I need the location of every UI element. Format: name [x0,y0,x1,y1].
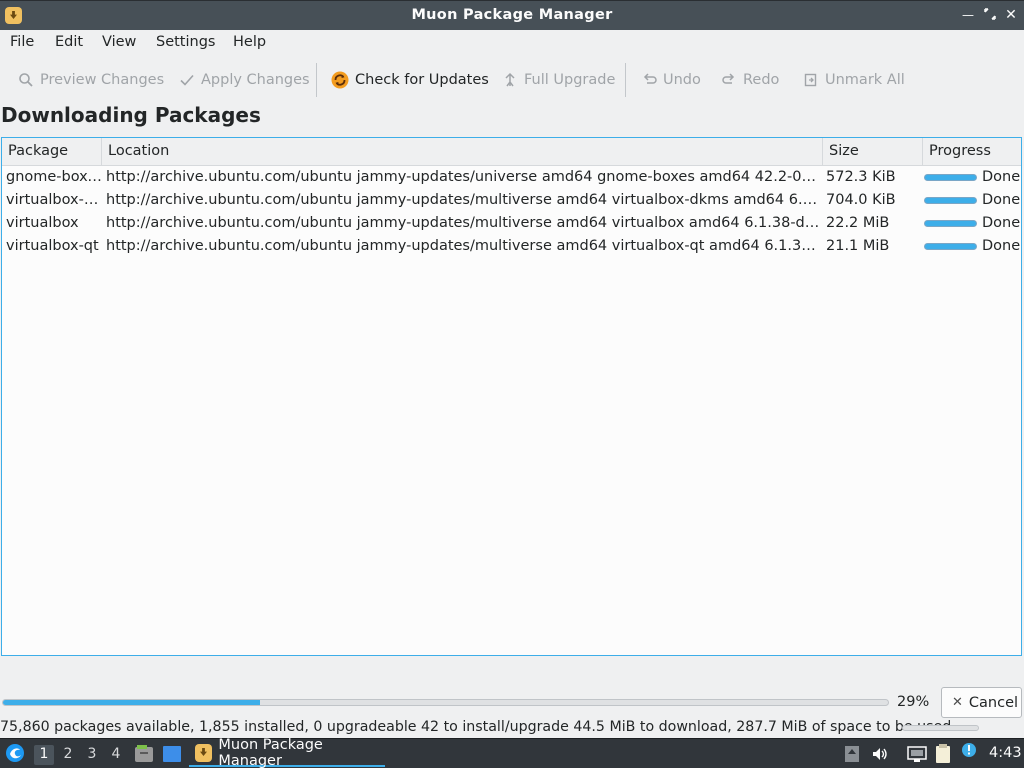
close-icon[interactable]: ✕ [1004,8,1018,22]
row-progress-bar [924,197,977,204]
cell-location: http://archive.ubuntu.com/ubuntu jammy-u… [106,192,822,208]
checkmark-icon [179,72,195,88]
task-label: Muon Package Manager [218,737,323,768]
network-icon[interactable] [907,745,927,763]
toolbar-separator [316,63,317,97]
column-header-location[interactable]: Location [102,138,823,166]
cell-package: gnome-boxes [6,169,102,185]
apply-changes-button[interactable]: Apply Changes [179,70,310,90]
close-icon: ✕ [952,695,963,710]
file-manager-icon[interactable] [134,744,153,762]
clipboard-icon[interactable] [934,743,952,763]
toolbar-separator [625,63,626,97]
full-upgrade-label: Full Upgrade [524,72,616,88]
table-row[interactable]: virtualbox-qt http://archive.ubuntu.com/u… [2,235,1021,258]
redo-label: Redo [743,72,780,88]
status-bar-text: 75,860 packages available, 1,855 install… [0,719,952,735]
volume-icon[interactable] [871,745,889,763]
check-for-updates-label: Check for Updates [355,72,489,88]
row-status: Done [982,169,1021,185]
unmark-all-button[interactable]: Unmark All [803,70,905,90]
column-header-package[interactable]: Package [2,138,102,166]
cell-package: virtualbox-d... [6,192,102,208]
search-icon [18,72,34,88]
title-bar: Muon Package Manager — ✕ [0,0,1024,30]
column-header-progress[interactable]: Progress [923,138,1021,166]
workspace-2[interactable]: 2 [58,745,78,765]
muon-app-icon [195,744,213,762]
redo-icon [721,72,737,88]
check-for-updates-button[interactable]: Check for Updates [331,70,489,90]
maximize-icon[interactable] [983,8,997,22]
row-progress-bar [924,243,977,250]
workspace-4[interactable]: 4 [106,745,126,765]
cell-size: 572.3 KiB [826,169,896,185]
undo-icon [641,72,657,88]
preview-changes-button[interactable]: Preview Changes [18,70,164,90]
menu-view[interactable]: View [102,34,136,50]
table-row[interactable]: virtualbox http://archive.ubuntu.com/ubun… [2,212,1021,235]
workspace-1[interactable]: 1 [34,745,54,765]
clock: 4:43 [989,745,1022,761]
desktop-icon[interactable] [162,744,181,762]
redo-button[interactable]: Redo [721,70,779,90]
page-title: Downloading Packages [1,103,261,127]
row-progress-bar [924,174,977,181]
cell-size: 704.0 KiB [826,192,896,208]
taskbar: 1 2 3 4 Muon Package Manager 4:43 [0,737,1024,768]
progress-percent: 29% [897,694,930,710]
row-progress-bar [924,220,977,227]
menu-bar: File Edit View Settings Help [0,30,1024,56]
cell-size: 22.2 MiB [826,215,890,231]
unmark-all-label: Unmark All [825,72,905,88]
window-title: Muon Package Manager [411,7,613,23]
table-header: Package Location Size Progress [2,138,1021,166]
menu-edit[interactable]: Edit [55,34,83,50]
row-status: Done [982,215,1021,231]
workspace-3[interactable]: 3 [82,745,102,765]
cell-location: http://archive.ubuntu.com/ubuntu jammy-u… [106,169,822,185]
row-status: Done [982,192,1021,208]
start-menu-icon[interactable] [4,742,26,764]
refresh-icon [331,71,349,89]
cell-size: 21.1 MiB [826,238,890,254]
apply-changes-label: Apply Changes [201,72,310,88]
cell-package: virtualbox [6,215,79,231]
taskbar-task-muon[interactable]: Muon Package Manager [189,737,385,768]
table-row[interactable]: gnome-boxes http://archive.ubuntu.com/ubu… [2,166,1021,189]
toolbar: Preview Changes Apply Changes Check for … [0,60,1024,100]
downloads-table: Package Location Size Progress gnome-box… [1,137,1022,656]
cell-location: http://archive.ubuntu.com/ubuntu jammy-u… [106,215,822,231]
upgrade-arrow-icon [502,72,518,88]
cell-location: http://archive.ubuntu.com/ubuntu jammy-u… [106,238,822,254]
notification-icon[interactable] [961,742,979,760]
update-notifier-icon[interactable] [844,745,862,763]
menu-settings[interactable]: Settings [156,34,215,50]
preview-changes-label: Preview Changes [40,72,165,88]
table-row[interactable]: virtualbox-d... http://archive.ubuntu.com… [2,189,1021,212]
row-status: Done [982,238,1021,254]
status-progress-bar [902,725,979,731]
cancel-button[interactable]: ✕ Cancel [941,687,1022,718]
overall-progress-fill [3,700,260,705]
overall-progress-bar [2,699,889,706]
cancel-label: Cancel [968,694,1019,711]
undo-label: Undo [663,72,701,88]
full-upgrade-button[interactable]: Full Upgrade [502,70,615,90]
cell-package: virtualbox-qt [6,238,99,254]
column-header-size[interactable]: Size [823,138,923,166]
minimize-icon[interactable]: — [961,8,975,22]
menu-file[interactable]: File [10,34,34,50]
undo-button[interactable]: Undo [641,70,701,90]
unmark-icon [803,72,819,88]
menu-help[interactable]: Help [233,34,266,50]
